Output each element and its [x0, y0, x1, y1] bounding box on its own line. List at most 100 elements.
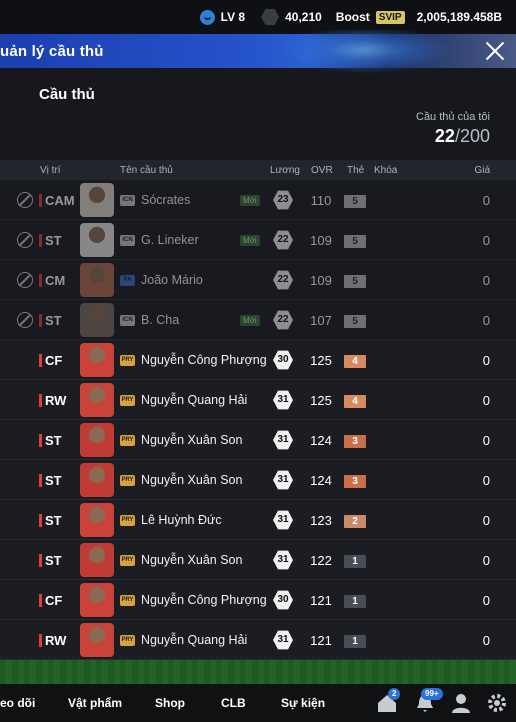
table-row[interactable]: ST ICN G. Lineker Mới 22 109 5 0	[0, 220, 516, 260]
table-row[interactable]: ST PRY Lê Huỳnh Đức 31 123 2 0	[0, 500, 516, 540]
col-wage[interactable]: Lương	[270, 165, 300, 176]
new-badge: Mới	[240, 235, 260, 246]
col-name[interactable]: Tên cầu thủ	[120, 165, 173, 176]
player-name: B. Cha	[141, 313, 180, 327]
page-header: uản lý cầu thủ	[0, 30, 516, 74]
wage-badge: 31	[273, 550, 293, 570]
table-row[interactable]: RW PRY Nguyễn Quang Hải 31 121 1 0	[0, 620, 516, 660]
wage-badge: 31	[273, 470, 293, 490]
position-marker	[39, 434, 42, 447]
position-marker	[39, 634, 42, 647]
player-position: ST	[45, 473, 62, 488]
profile-icon[interactable]	[450, 692, 472, 714]
header-decoration	[280, 30, 450, 74]
bp-amount: 2,005,189.458B	[416, 10, 502, 24]
player-position: CAM	[45, 193, 75, 208]
player-price: 0	[482, 233, 490, 248]
player-name: Nguyễn Xuân Son	[141, 473, 243, 487]
nav-items[interactable]: Vật phẩm	[68, 696, 122, 710]
player-avatar	[80, 223, 114, 257]
untradable-icon	[17, 192, 33, 208]
settings-gear-icon[interactable]	[486, 692, 508, 714]
table-row[interactable]: CF PRY Nguyễn Công Phượng 30 125 4 0	[0, 340, 516, 380]
position-marker	[39, 514, 42, 527]
untradable-icon	[17, 272, 33, 288]
pitch-background	[0, 660, 516, 686]
bell-badge: 99+	[421, 688, 443, 700]
player-price: 0	[482, 273, 490, 288]
player-price: 0	[482, 353, 490, 368]
player-name: João Mário	[141, 273, 203, 287]
table-row[interactable]: ST PRY Nguyễn Xuân Son 31 122 1 0	[0, 540, 516, 580]
untradable-icon	[17, 232, 33, 248]
table-row[interactable]: CF PRY Nguyễn Công Phượng 30 121 1 0	[0, 580, 516, 620]
season-card: PRY	[120, 475, 135, 486]
col-ovr[interactable]: OVR	[311, 165, 333, 176]
player-ovr: 110	[310, 193, 332, 208]
player-avatar	[80, 503, 114, 537]
player-position: CF	[45, 353, 63, 368]
table-row[interactable]: CAM ICN Sócrates Mới 23 110 5 0	[0, 180, 516, 220]
player-position: ST	[45, 433, 62, 448]
col-price[interactable]: Giá	[474, 165, 490, 176]
player-position: ST	[45, 233, 62, 248]
bottom-navigation: eo dõi Vật phẩm Shop CLB Sự kiện 2 99+	[0, 684, 516, 722]
nav-club[interactable]: CLB	[221, 696, 246, 710]
wage-badge: 30	[273, 350, 293, 370]
section-title: Cầu thủ	[39, 86, 95, 103]
wage-badge: 30	[273, 590, 293, 610]
upgrade-level: 1	[344, 595, 366, 608]
position-marker	[39, 474, 42, 487]
position-marker	[39, 234, 42, 247]
wage-badge: 31	[273, 510, 293, 530]
new-badge: Mới	[240, 315, 260, 326]
player-position: ST	[45, 313, 62, 328]
season-card: PRY	[120, 355, 135, 366]
season-card: ICN	[120, 235, 135, 246]
season-card: ICN	[120, 195, 135, 206]
table-row[interactable]: ST PRY Nguyễn Xuân Son 31 124 3 0	[0, 420, 516, 460]
table-row[interactable]: RW PRY Nguyễn Quang Hải 31 125 4 0	[0, 380, 516, 420]
player-ovr: 124	[310, 433, 332, 448]
nav-events[interactable]: Sự kiện	[281, 696, 325, 710]
player-price: 0	[482, 513, 490, 528]
wage-badge: 31	[273, 630, 293, 650]
col-lock[interactable]: Khóa	[374, 165, 397, 176]
player-name: Nguyễn Công Phượng	[141, 593, 267, 607]
upgrade-level: 4	[344, 395, 366, 408]
upgrade-level: 1	[344, 555, 366, 568]
position-marker	[39, 394, 42, 407]
season-card: PRY	[120, 435, 135, 446]
player-ovr: 109	[310, 273, 332, 288]
player-name: Nguyễn Công Phượng	[141, 353, 267, 367]
capacity-count: 22/200	[435, 126, 490, 147]
table-row[interactable]: CM FA João Mário 22 109 5 0	[0, 260, 516, 300]
player-name: Lê Huỳnh Đức	[141, 513, 222, 527]
player-name: Sócrates	[141, 193, 191, 207]
col-grade[interactable]: Thẻ	[347, 165, 364, 176]
position-marker	[39, 554, 42, 567]
season-card: PRY	[120, 635, 135, 646]
upgrade-level: 5	[344, 235, 366, 248]
player-ovr: 124	[310, 473, 332, 488]
table-row[interactable]: ST PRY Nguyễn Xuân Son 31 124 3 0	[0, 460, 516, 500]
player-ovr: 107	[310, 313, 332, 328]
player-ovr: 121	[310, 633, 332, 648]
player-position: ST	[45, 553, 62, 568]
close-icon[interactable]	[482, 38, 508, 64]
upgrade-level: 4	[344, 355, 366, 368]
nav-shop[interactable]: Shop	[155, 696, 185, 710]
player-avatar	[80, 463, 114, 497]
wage-badge: 22	[273, 230, 293, 250]
season-card: FA	[120, 275, 135, 286]
col-position[interactable]: Vị trí	[40, 165, 61, 176]
nav-follow[interactable]: eo dõi	[0, 696, 35, 710]
table-row[interactable]: ST ICN B. Cha Mới 22 107 5 0	[0, 300, 516, 340]
player-price: 0	[482, 553, 490, 568]
player-avatar	[80, 423, 114, 457]
player-ovr: 125	[310, 353, 332, 368]
player-avatar	[80, 343, 114, 377]
home-badge: 2	[388, 688, 401, 700]
upgrade-level: 5	[344, 195, 366, 208]
wage-badge: 31	[273, 430, 293, 450]
